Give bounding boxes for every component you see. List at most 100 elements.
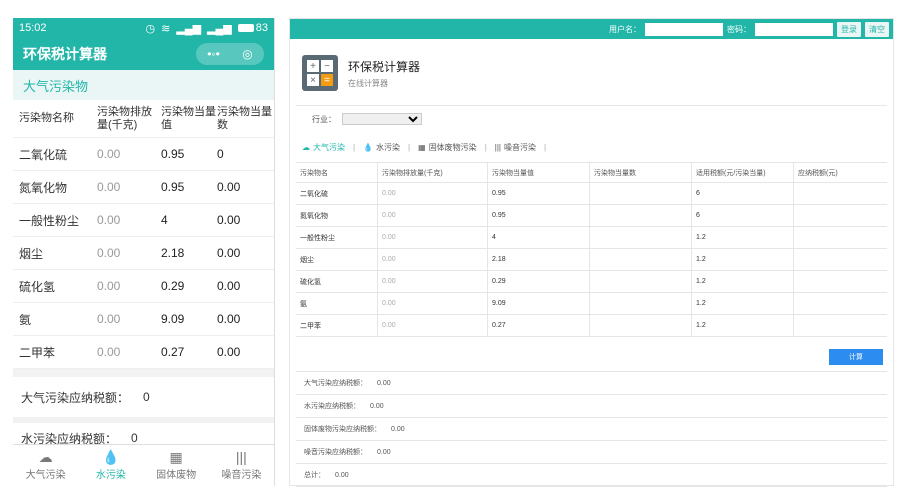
header-value: 污染物当量值 — [488, 163, 590, 182]
water-drop-icon: 💧 — [102, 449, 120, 465]
close-icon[interactable]: ◎ — [242, 47, 252, 61]
header-amount: 污染物排放量(千克) — [378, 163, 488, 182]
amount-input[interactable]: 0.00 — [378, 293, 488, 314]
bottom-tab-bar: ☁ 大气污染 💧 水污染 ▦ 固体废物 ||| 噪音污染 — [13, 444, 274, 486]
clear-button[interactable]: 清空 — [865, 21, 889, 37]
amount-input[interactable]: 0.00 — [378, 205, 488, 226]
table-row: 一般性粉尘 0.00 4 1.2 — [296, 227, 887, 249]
more-icon[interactable]: •◦• — [207, 47, 220, 61]
amount-input[interactable]: 0.00 — [378, 249, 488, 270]
app-title: 环保税计算器 — [23, 46, 107, 62]
pollutant-name: 二氧化硫 — [19, 147, 68, 162]
equivalent-value: 2.18 — [488, 249, 590, 270]
username-label: 用户名： — [609, 24, 641, 34]
amount-input[interactable]: 0.00 — [97, 345, 161, 359]
equivalent-value: 4 — [161, 213, 168, 227]
amount-input[interactable]: 0.00 — [378, 227, 488, 248]
tax-rate: 1.2 — [692, 227, 794, 248]
summary-value: 0.00 — [377, 448, 391, 456]
signal-icon: ▂▄▆ — [207, 22, 232, 35]
equivalent-value: 0.95 — [488, 205, 590, 226]
tax-rate: 1.2 — [692, 249, 794, 270]
table-header: 污染物名称 污染物排放量(千克) 污染物当量值 污染物当量数 — [13, 100, 274, 138]
tax-rate: 6 — [692, 183, 794, 204]
amount-input[interactable]: 0.00 — [97, 147, 161, 161]
header-name: 污染物名 — [296, 163, 378, 182]
stack-icon: ▦ — [169, 449, 183, 465]
cloud-icon: ☁ — [302, 142, 310, 152]
pollutant-name: 氮氧化物 — [296, 205, 378, 226]
air-tax-label: 大气污染应纳税额： — [21, 390, 130, 405]
amount-input[interactable]: 0.00 — [97, 279, 161, 293]
tax-amount — [794, 271, 887, 292]
mobile-app-screen: 15:02 ◷ ≋ ▂▄▆ ▂▄▆ 83 环保税计算器 •◦• ◎ 大气污染物 … — [13, 18, 275, 486]
header-amount: 污染物排放量(千克) — [97, 105, 152, 131]
tab-air[interactable]: ☁ 大气污染 — [13, 445, 78, 486]
equivalent-value: 0.27 — [161, 345, 185, 359]
summary-label: 水污染应纳税额： — [304, 403, 360, 410]
equivalent-count: 0 — [217, 147, 224, 161]
tab-label: 噪音污染 — [504, 142, 536, 152]
equivalent-value: 0.95 — [161, 180, 185, 194]
amount-input[interactable]: 0.00 — [378, 271, 488, 292]
username-input[interactable] — [645, 22, 723, 36]
summary-row: 水污染应纳税额： 0.00 — [296, 395, 887, 418]
pollutant-name: 烟尘 — [19, 246, 44, 261]
password-input[interactable] — [755, 22, 833, 36]
amount-input[interactable]: 0.00 — [97, 312, 161, 326]
battery-level: 83 — [255, 22, 268, 34]
water-drop-icon: 💧 — [363, 142, 374, 152]
desktop-page: 用户名： 密码： 登录 清空 + − × = 环保税计算器 在线计算器 行业： ☁ 大气… — [289, 18, 894, 487]
amount-input[interactable]: 0.00 — [97, 246, 161, 260]
pollutant-name: 氨 — [296, 293, 378, 314]
tab-label: 大气污染 — [25, 470, 66, 481]
wifi-icon: ≋ — [161, 22, 171, 35]
equivalent-count — [590, 293, 692, 314]
industry-label: 行业： — [312, 114, 336, 124]
amount-input[interactable]: 0.00 — [97, 180, 161, 194]
calculate-button[interactable]: 计算 — [829, 349, 883, 365]
page-subtitle: 在线计算器 — [348, 78, 388, 88]
tab-noise[interactable]: ||| 噪音污染 — [495, 142, 536, 153]
industry-select[interactable] — [342, 113, 422, 125]
equivalent-count: 0.00 — [217, 213, 241, 227]
equivalent-value: 4 — [488, 227, 590, 248]
industry-row: 行业： — [290, 106, 893, 132]
tax-amount — [794, 315, 887, 336]
table-row: 氮氧化物 0.00 0.95 6 — [296, 205, 887, 227]
pollutant-name: 硫化氢 — [296, 271, 378, 292]
alarm-icon: ◷ — [145, 22, 156, 35]
pollutant-name: 氮氧化物 — [19, 180, 68, 195]
amount-input[interactable]: 0.00 — [97, 213, 161, 227]
tab-solid-waste[interactable]: ▦ 固体废物污染 — [418, 142, 477, 153]
summary-value: 0.00 — [370, 402, 384, 410]
equivalent-value: 9.09 — [488, 293, 590, 314]
tax-rate: 1.2 — [692, 315, 794, 336]
tab-label: 固体废物污染 — [428, 142, 477, 152]
tab-water[interactable]: 💧 水污染 — [363, 142, 400, 153]
pollutant-table: 污染物名 污染物排放量(千克) 污染物当量值 污染物当量数 适用税额(元/污染当… — [296, 162, 887, 337]
status-time: 15:02 — [19, 22, 47, 34]
login-button[interactable]: 登录 — [837, 21, 861, 37]
equivalent-count: 0.00 — [217, 279, 241, 293]
tab-noise[interactable]: ||| 噪音污染 — [209, 445, 274, 486]
tab-water[interactable]: 💧 水污染 — [78, 445, 143, 486]
amount-input[interactable]: 0.00 — [378, 183, 488, 204]
app-header: 环保税计算器 •◦• ◎ — [13, 38, 274, 70]
equivalent-count: 0.00 — [217, 246, 241, 260]
table-row: 烟尘 0.00 2.18 1.2 — [296, 249, 887, 271]
amount-input[interactable]: 0.00 — [378, 315, 488, 336]
equivalent-value: 0.29 — [161, 279, 185, 293]
tax-rate: 1.2 — [692, 293, 794, 314]
tab-solid-waste[interactable]: ▦ 固体废物 — [144, 445, 209, 486]
tab-separator: | — [353, 142, 356, 152]
password-label: 密码： — [727, 24, 751, 34]
tab-air[interactable]: ☁ 大气污染 — [302, 142, 345, 153]
signal-icon: ▂▄▆ — [176, 22, 202, 35]
equivalent-value: 9.09 — [161, 312, 185, 326]
tab-label: 噪音污染 — [221, 470, 262, 481]
stack-icon: ▦ — [418, 142, 426, 152]
page-title: 环保税计算器 — [348, 59, 421, 74]
table-row: 二甲苯 0.00 0.27 0.00 — [13, 336, 274, 369]
tax-summary: 大气污染应纳税额： 0.00 水污染应纳税额： 0.00 固体废物污染应纳税额： 0.00… — [296, 371, 887, 487]
